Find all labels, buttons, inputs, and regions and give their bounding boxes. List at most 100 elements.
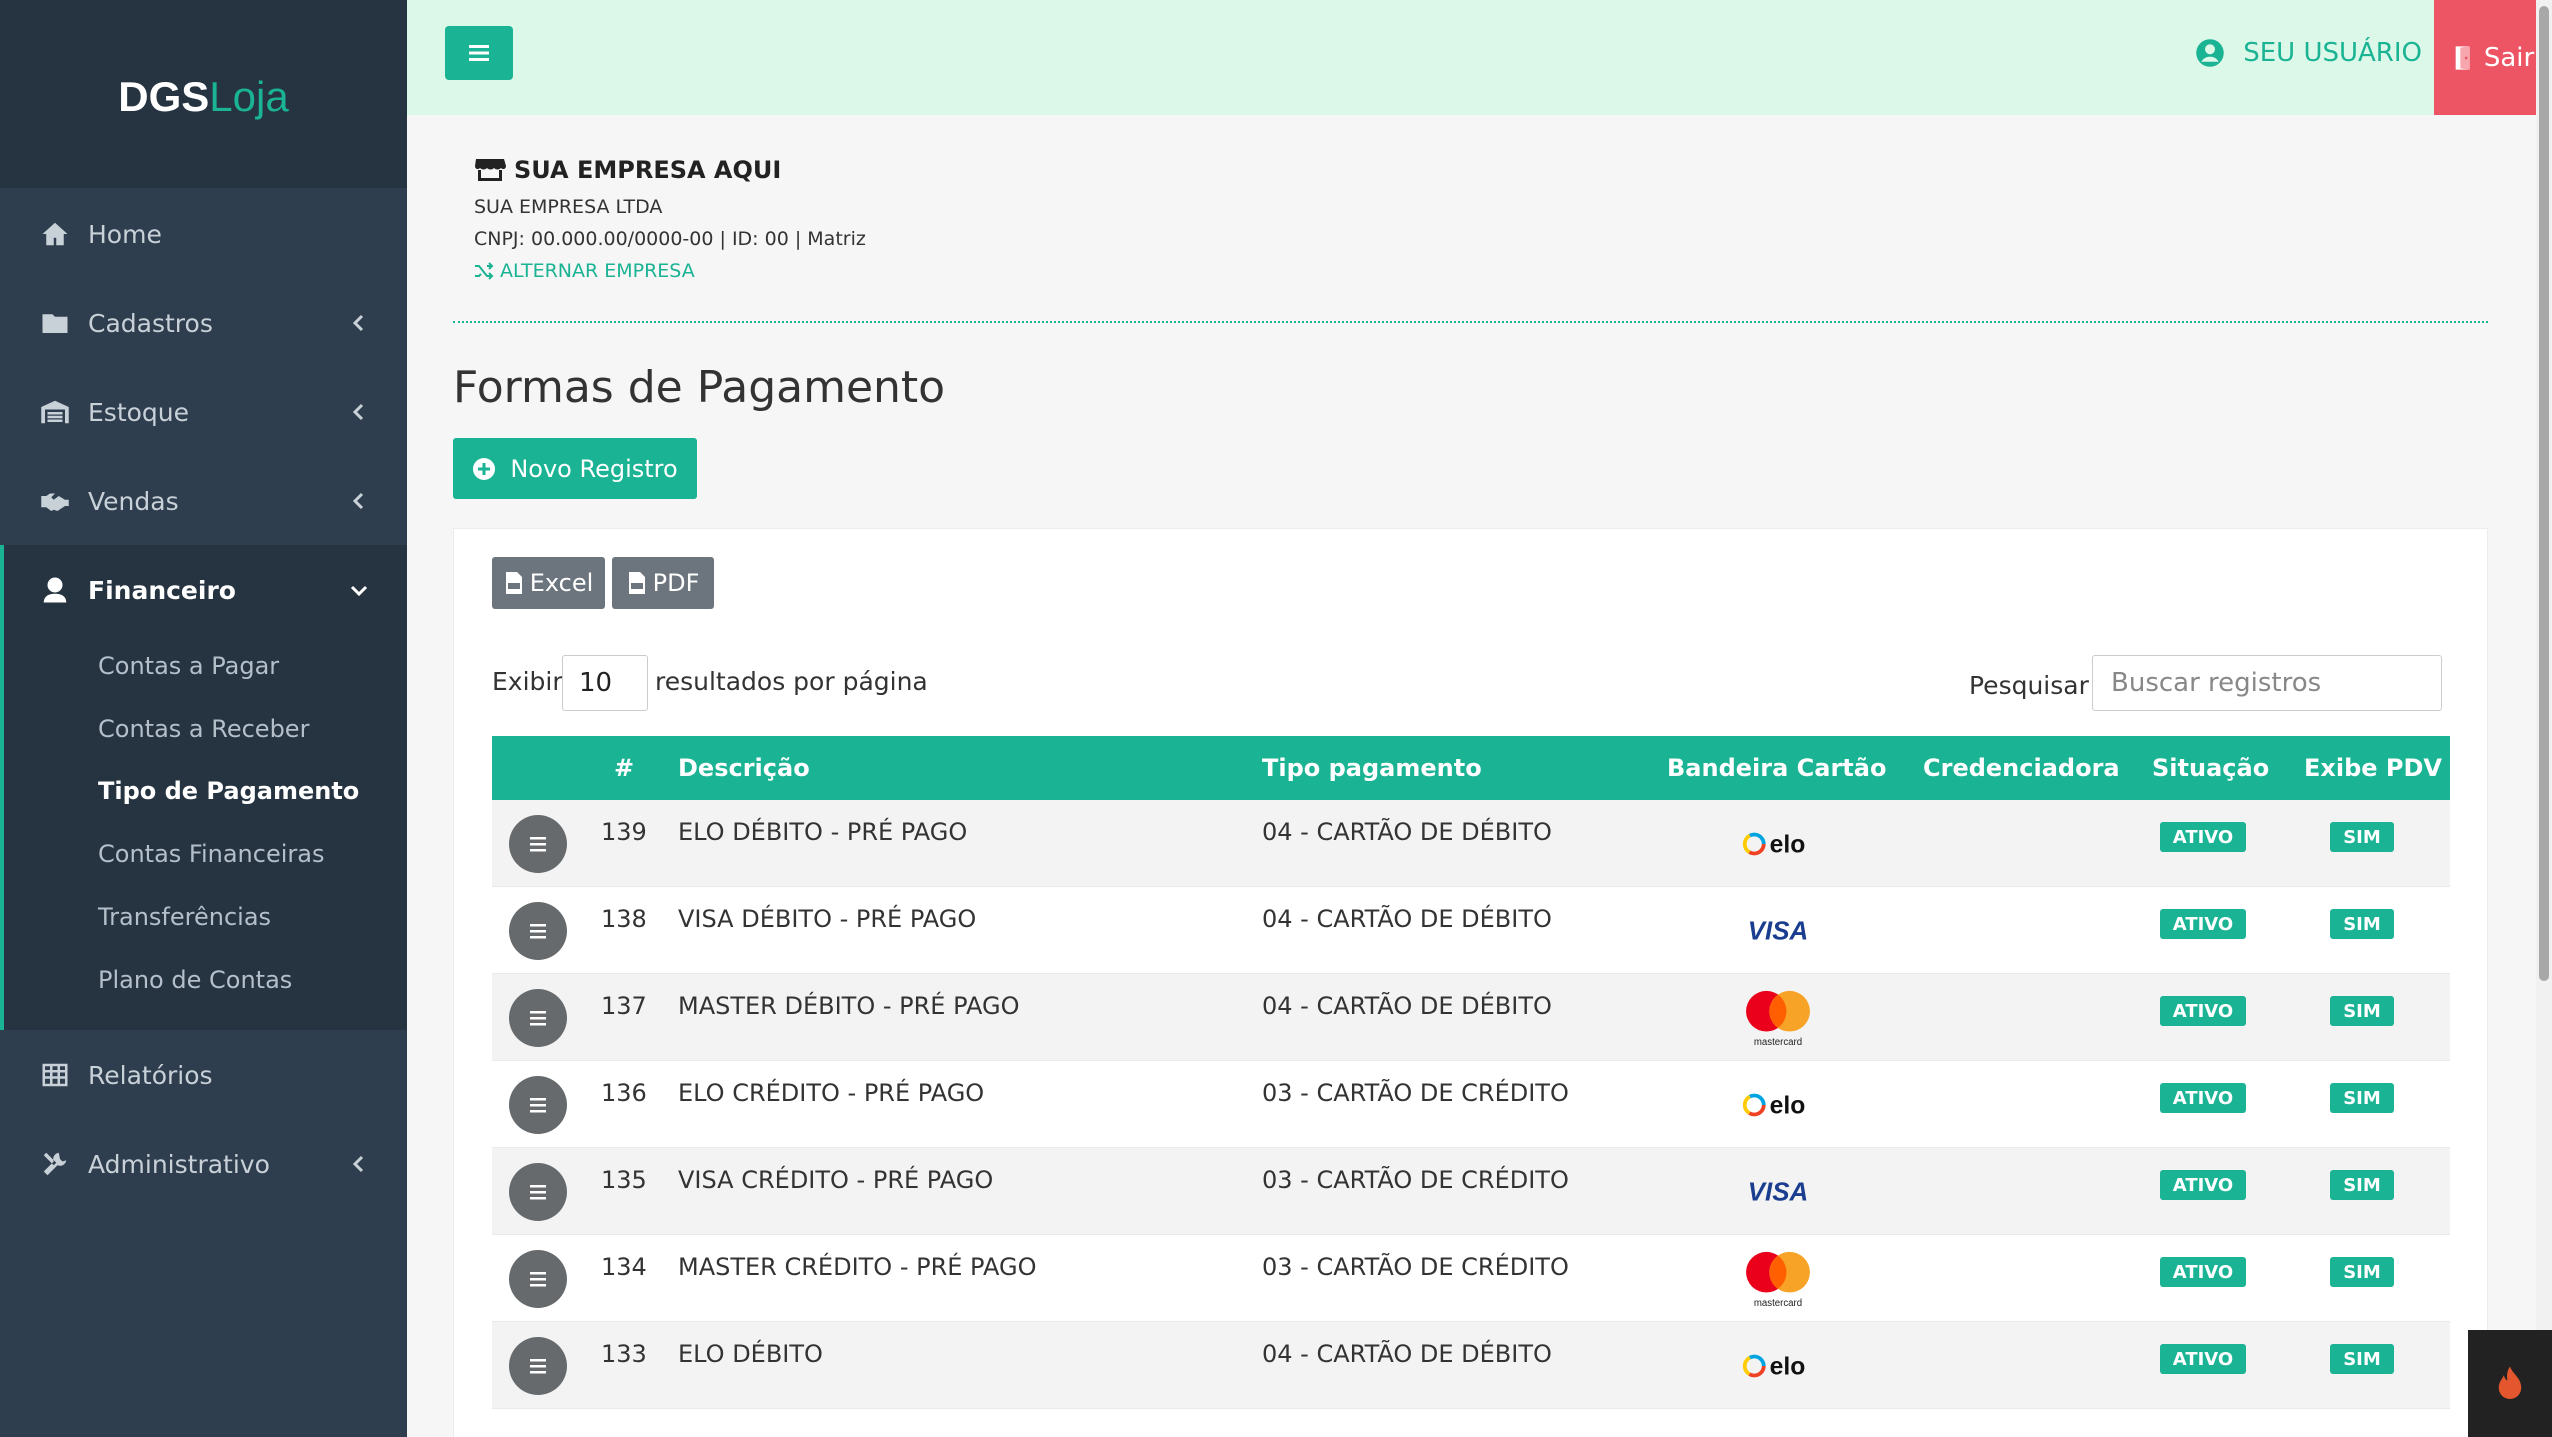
bars-icon xyxy=(530,1359,546,1374)
pdv-badge: SIM xyxy=(2330,1083,2394,1113)
company-info: SUA EMPRESA AQUI SUA EMPRESA LTDA CNPJ: … xyxy=(474,156,866,282)
row-payment-type: 04 - CARTÃO DE DÉBITO xyxy=(1262,992,1552,1020)
pdv-badge: SIM xyxy=(2330,1170,2394,1200)
row-id: 137 xyxy=(601,992,647,1020)
row-actions-button[interactable] xyxy=(509,1337,567,1395)
row-description: VISA DÉBITO - PRÉ PAGO xyxy=(678,905,977,933)
table-icon xyxy=(38,1058,72,1092)
export-pdf-button[interactable]: PDF xyxy=(612,557,714,609)
home-icon xyxy=(38,217,72,251)
bars-icon xyxy=(530,837,546,852)
brand-part2: Loja xyxy=(209,73,289,120)
logout-button[interactable]: Sair xyxy=(2434,0,2552,115)
row-description: ELO DÉBITO xyxy=(678,1340,823,1368)
chevron-left-icon xyxy=(347,1152,371,1176)
row-actions-button[interactable] xyxy=(509,1163,567,1221)
row-actions-button[interactable] xyxy=(509,1076,567,1134)
handshake-icon xyxy=(38,484,72,518)
card-brand-logo-visa: VISA xyxy=(1730,903,1826,959)
door-exit-icon xyxy=(2455,45,2470,70)
card-brand-logo-mastercard: mastercard xyxy=(1730,990,1826,1048)
pdv-badge: SIM xyxy=(2330,996,2394,1026)
svg-text:elo: elo xyxy=(1770,1093,1806,1120)
table-row[interactable]: 137 MASTER DÉBITO - PRÉ PAGO 04 - CARTÃO D… xyxy=(492,974,2450,1061)
card-brand-logo-elo: elo xyxy=(1730,1338,1826,1394)
file-pdf-icon xyxy=(628,572,645,594)
search-input[interactable] xyxy=(2092,655,2442,711)
col-header-id[interactable]: # xyxy=(614,736,634,800)
svg-text:mastercard: mastercard xyxy=(1754,1037,1802,1048)
pdv-badge: SIM xyxy=(2330,1257,2394,1287)
table-row[interactable]: 139 ELO DÉBITO - PRÉ PAGO 04 - CARTÃO DE D… xyxy=(492,800,2450,887)
status-badge: ATIVO xyxy=(2160,1344,2246,1374)
col-header-description[interactable]: Descrição xyxy=(678,736,810,800)
row-actions-button[interactable] xyxy=(509,1250,567,1308)
row-actions-button[interactable] xyxy=(509,989,567,1047)
table-row[interactable]: 134 MASTER CRÉDITO - PRÉ PAGO 03 - CARTÃO … xyxy=(492,1235,2450,1322)
sidebar-subitem-contas-financeiras[interactable]: Contas Financeiras xyxy=(98,834,324,874)
sidebar-item-relatorios[interactable]: Relatórios xyxy=(0,1035,407,1115)
sidebar-item-vendas[interactable]: Vendas xyxy=(0,461,407,541)
row-payment-type: 04 - CARTÃO DE DÉBITO xyxy=(1262,1340,1552,1368)
company-details: CNPJ: 00.000.00/0000-00 | ID: 00 | Matri… xyxy=(474,228,866,250)
table-row[interactable]: 133 ELO DÉBITO 04 - CARTÃO DE DÉBITO elo ATI… xyxy=(492,1322,2450,1409)
col-header-brand[interactable]: Bandeira Cartão xyxy=(1667,736,1886,800)
sidebar-subitem-plano-contas[interactable]: Plano de Contas xyxy=(98,960,292,1000)
menu-toggle-button[interactable] xyxy=(445,26,513,80)
shuffle-icon xyxy=(475,262,494,280)
svg-text:elo: elo xyxy=(1770,832,1806,859)
folder-icon xyxy=(38,306,72,340)
sidebar-subitem-transferencias[interactable]: Transferências xyxy=(98,897,271,937)
brand-logo[interactable]: DGS Loja xyxy=(0,0,407,188)
sidebar-item-label: Administrativo xyxy=(88,1149,270,1179)
sidebar-item-administrativo[interactable]: Administrativo xyxy=(0,1124,407,1204)
row-id: 135 xyxy=(601,1166,647,1194)
row-actions-button[interactable] xyxy=(509,902,567,960)
row-id: 139 xyxy=(601,818,647,846)
export-excel-button[interactable]: Excel xyxy=(492,557,605,609)
bars-icon xyxy=(530,1185,546,1200)
status-badge: ATIVO xyxy=(2160,1083,2246,1113)
page-size-select[interactable]: 10 xyxy=(562,655,648,711)
app-root: DGS Loja Home Cadastros Estoque Vendas Fi… xyxy=(0,0,2552,1437)
row-description: ELO DÉBITO - PRÉ PAGO xyxy=(678,818,968,846)
card-brand-logo-mastercard: mastercard xyxy=(1730,1251,1826,1309)
sidebar-subitem-contas-receber[interactable]: Contas a Receber xyxy=(98,709,309,749)
svg-text:VISA: VISA xyxy=(1748,917,1808,945)
sidebar-subitem-tipo-pagamento[interactable]: Tipo de Pagamento xyxy=(98,771,359,811)
col-header-status[interactable]: Situação xyxy=(2152,736,2269,800)
chevron-down-icon xyxy=(347,578,371,602)
col-header-type[interactable]: Tipo pagamento xyxy=(1262,736,1482,800)
col-header-acquirer[interactable]: Credenciadora xyxy=(1923,736,2120,800)
col-header-pdv[interactable]: Exibe PDV xyxy=(2304,736,2442,800)
row-payment-type: 04 - CARTÃO DE DÉBITO xyxy=(1262,905,1552,933)
chevron-left-icon xyxy=(347,489,371,513)
chevron-left-icon xyxy=(347,400,371,424)
sidebar-item-label: Financeiro xyxy=(88,575,236,605)
sidebar-item-label: Vendas xyxy=(88,486,179,516)
status-badge: ATIVO xyxy=(2160,996,2246,1026)
switch-company-link[interactable]: ALTERNAR EMPRESA xyxy=(474,260,866,282)
scrollbar-thumb[interactable] xyxy=(2539,6,2549,981)
sidebar-item-financeiro[interactable]: Financeiro xyxy=(0,550,407,630)
table-row[interactable]: 135 VISA CRÉDITO - PRÉ PAGO 03 - CARTÃO DE… xyxy=(492,1148,2450,1235)
user-menu[interactable]: SEU USUÁRIO xyxy=(2195,38,2422,68)
user-circle-icon xyxy=(2196,39,2224,67)
row-id: 138 xyxy=(601,905,647,933)
flame-icon xyxy=(2498,1366,2522,1399)
table-row[interactable]: 138 VISA DÉBITO - PRÉ PAGO 04 - CARTÃO DE … xyxy=(492,887,2450,974)
table-row[interactable]: 136 ELO CRÉDITO - PRÉ PAGO 03 - CARTÃO DE … xyxy=(492,1061,2450,1148)
sidebar-item-label: Estoque xyxy=(88,397,190,427)
debug-toolbar-button[interactable] xyxy=(2468,1330,2552,1437)
brand-part1: DGS xyxy=(118,73,210,120)
page-scrollbar[interactable] xyxy=(2536,0,2552,1437)
svg-text:mastercard: mastercard xyxy=(1754,1298,1802,1309)
card-brand-logo-visa: VISA xyxy=(1730,1164,1826,1220)
sidebar-subitem-contas-pagar[interactable]: Contas a Pagar xyxy=(98,646,279,686)
new-record-button[interactable]: Novo Registro xyxy=(453,438,697,499)
sidebar-item-cadastros[interactable]: Cadastros xyxy=(0,283,407,363)
sidebar-item-estoque[interactable]: Estoque xyxy=(0,372,407,452)
sidebar-item-home[interactable]: Home xyxy=(0,194,407,274)
pdv-badge: SIM xyxy=(2330,909,2394,939)
row-actions-button[interactable] xyxy=(509,815,567,873)
